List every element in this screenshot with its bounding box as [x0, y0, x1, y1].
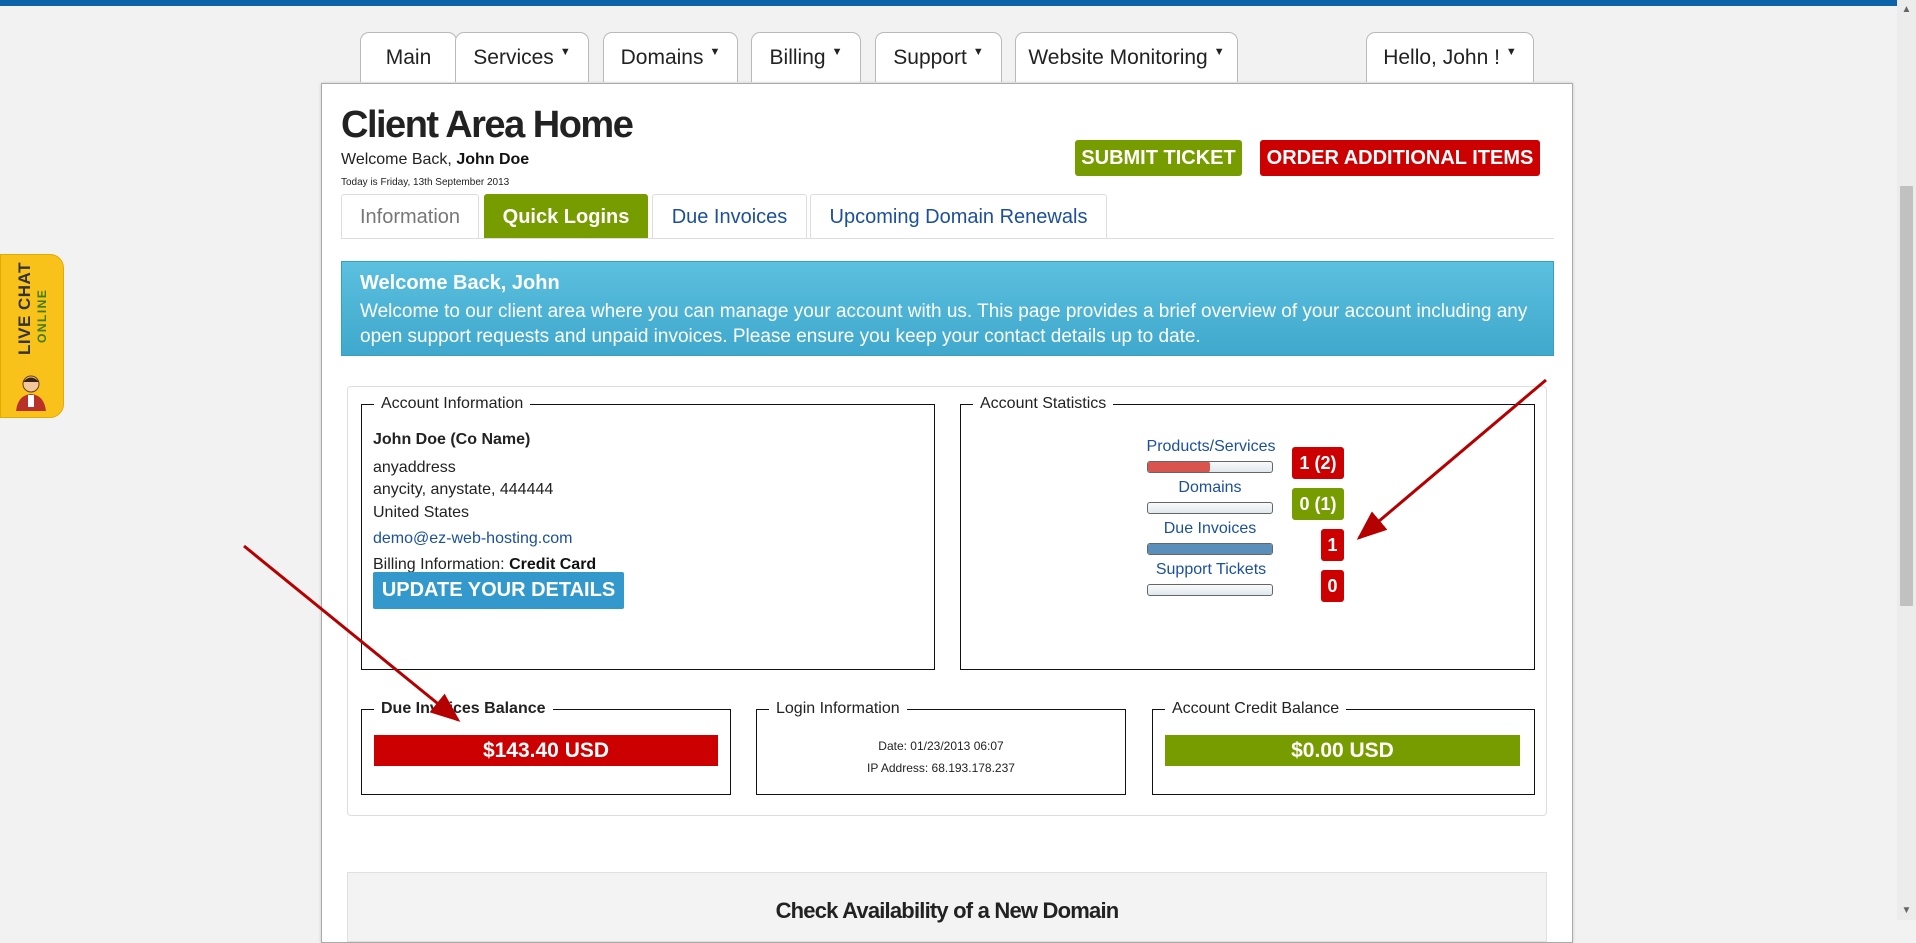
caret-down-icon: ▼	[1505, 46, 1517, 58]
account-credit-balance-legend: Account Credit Balance	[1172, 700, 1340, 717]
caret-down-icon: ▼	[559, 46, 571, 58]
account-statistics-legend: Account Statistics	[980, 395, 1107, 412]
account-credit-balance-value: $0.00 USD	[1165, 735, 1520, 766]
welcome-prefix: Welcome Back,	[341, 151, 452, 168]
scrollbar-thumb[interactable]	[1900, 186, 1913, 606]
nav-services-label: Services	[473, 46, 554, 69]
domain-check-title: Check Availability of a New Domain	[775, 898, 1120, 923]
tab-information[interactable]: Information	[341, 194, 479, 239]
account-address-line1: anyaddress	[373, 459, 456, 476]
account-email-link[interactable]: demo@ez-web-hosting.com	[373, 530, 572, 548]
tab-quick-logins[interactable]: Quick Logins	[484, 194, 648, 239]
stat-link-support-tickets[interactable]: Support Tickets	[1141, 561, 1281, 579]
stat-bar-due-invoices	[1147, 543, 1273, 555]
scroll-down-arrow-icon[interactable]: ▼	[1897, 901, 1916, 920]
stat-link-domains[interactable]: Domains	[1140, 479, 1280, 497]
submit-ticket-button[interactable]: SUBMIT TICKET	[1075, 140, 1242, 176]
welcome-line: Welcome Back, John Doe	[341, 151, 529, 169]
live-chat-widget[interactable]: LIVE CHAT ONLINE	[0, 254, 64, 418]
billing-value: Credit Card	[509, 556, 597, 573]
login-ip-address: IP Address: 68.193.178.237	[867, 761, 1015, 775]
due-invoices-balance-legend: Due Invoices Balance	[381, 700, 546, 717]
nav-domains-label: Domains	[620, 46, 704, 69]
nav-tab-services[interactable]: Services ▼	[455, 32, 589, 82]
stat-bar-products-services	[1147, 461, 1273, 473]
account-information-legend: Account Information	[381, 395, 524, 412]
welcome-banner-title: Welcome Back, John	[360, 272, 560, 294]
nav-monitoring-label: Website Monitoring	[1028, 46, 1208, 69]
stat-link-due-invoices[interactable]: Due Invoices	[1140, 520, 1280, 538]
nav-support-label: Support	[893, 46, 967, 69]
caret-down-icon: ▼	[1213, 46, 1225, 58]
caret-down-icon: ▼	[972, 46, 984, 58]
top-accent-bar	[0, 0, 1897, 6]
stat-badge-domains: 0 (1)	[1292, 488, 1344, 520]
scroll-up-arrow-icon[interactable]: ▲	[1897, 0, 1916, 19]
stat-bar-fill	[1148, 462, 1210, 472]
welcome-banner-text: Welcome to our client area where you can…	[360, 301, 1528, 347]
stat-bar-support-tickets	[1147, 584, 1273, 596]
update-details-button[interactable]: UPDATE YOUR DETAILS	[373, 572, 624, 609]
live-chat-label: LIVE CHAT	[15, 262, 34, 355]
nav-main-label: Main	[385, 46, 432, 69]
stat-badge-products-services: 1 (2)	[1292, 447, 1344, 479]
caret-down-icon: ▼	[831, 46, 843, 58]
nav-user-label: Hello, John !	[1383, 46, 1500, 69]
nav-tab-domains[interactable]: Domains ▼	[603, 32, 738, 82]
login-information-legend: Login Information	[776, 700, 900, 717]
stat-badge-support-tickets: 0	[1321, 570, 1344, 602]
nav-tab-support[interactable]: Support ▼	[875, 32, 1002, 82]
nav-tab-user-menu[interactable]: Hello, John ! ▼	[1366, 32, 1534, 82]
live-chat-text: LIVE CHAT ONLINE	[15, 262, 49, 355]
nav-tab-website-monitoring[interactable]: Website Monitoring ▼	[1015, 32, 1238, 82]
login-date: Date: 01/23/2013 06:07	[878, 739, 1004, 753]
vertical-scrollbar[interactable]: ▲ ▼	[1897, 0, 1916, 920]
account-address-line2: anycity, anystate, 444444	[373, 481, 554, 498]
tab-upcoming-domain-renewals[interactable]: Upcoming Domain Renewals	[810, 194, 1107, 239]
nav-tab-billing[interactable]: Billing ▼	[751, 32, 861, 82]
stat-badge-due-invoices: 1	[1321, 529, 1344, 561]
tab-due-invoices[interactable]: Due Invoices	[652, 194, 807, 239]
caret-down-icon: ▼	[709, 46, 721, 58]
live-chat-status: ONLINE	[35, 288, 49, 343]
account-country: United States	[373, 504, 470, 521]
nav-tab-main[interactable]: Main	[360, 32, 457, 82]
welcome-name: John Doe	[456, 151, 530, 168]
nav-billing-label: Billing	[769, 46, 826, 69]
page-title: Client Area Home	[341, 104, 634, 146]
stat-link-products-services[interactable]: Products/Services	[1141, 438, 1281, 456]
order-additional-items-button[interactable]: ORDER ADDITIONAL ITEMS	[1260, 140, 1540, 176]
account-name: John Doe (Co Name)	[373, 431, 531, 448]
today-date: Today is Friday, 13th September 2013	[341, 177, 510, 188]
welcome-banner: Welcome Back, John Welcome to our client…	[341, 261, 1554, 356]
agent-avatar-icon	[16, 375, 46, 411]
tabs-divider	[341, 238, 1554, 239]
due-invoices-balance-value: $143.40 USD	[374, 735, 718, 766]
stat-bar-domains	[1147, 502, 1273, 514]
stat-bar-fill	[1148, 544, 1272, 554]
billing-label: Billing Information:	[373, 556, 505, 573]
